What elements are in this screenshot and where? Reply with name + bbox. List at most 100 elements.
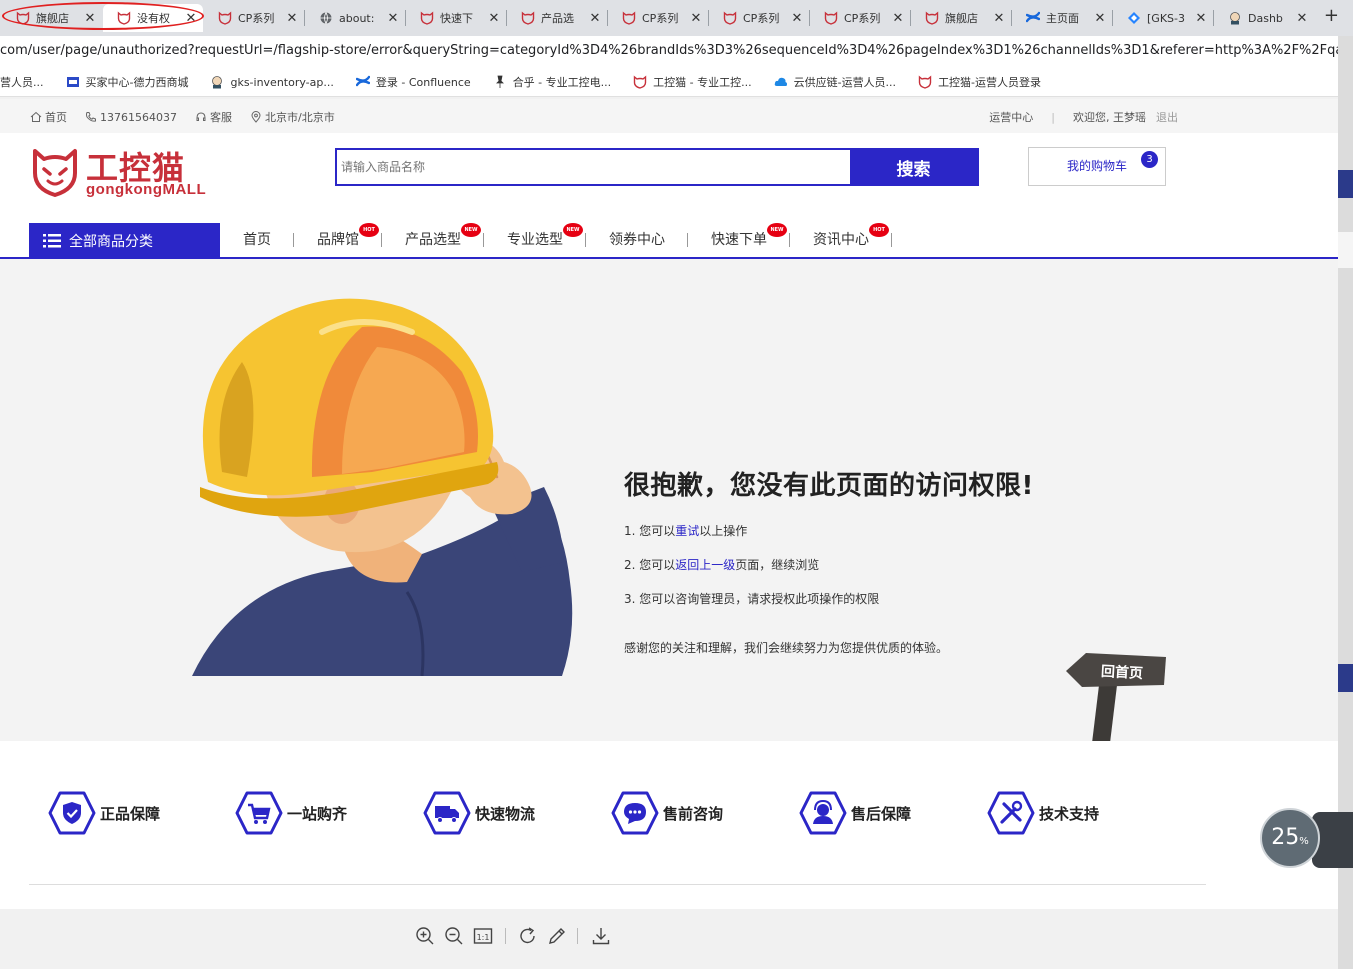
service-label: 一站购齐 [287, 804, 348, 823]
search-input[interactable] [337, 150, 850, 184]
home-icon [30, 111, 42, 122]
tab-close-icon[interactable]: ✕ [284, 11, 300, 26]
actual-size-icon[interactable]: 1:1 [473, 926, 493, 946]
tab-close-icon[interactable]: ✕ [1294, 11, 1310, 26]
new-tab-button[interactable]: + [1324, 5, 1339, 26]
zoom-level-indicator[interactable]: 25% [1260, 808, 1320, 868]
browser-tab[interactable]: about: ✕ [305, 4, 405, 32]
tab-close-icon[interactable]: ✕ [183, 11, 199, 26]
all-categories-button[interactable]: 全部商品分类 [29, 223, 220, 258]
service-label: 售前咨询 [663, 804, 724, 823]
service-item: 一站购齐 [235, 789, 347, 837]
service-item: 技术支持 [987, 789, 1099, 837]
browser-tab[interactable]: CP系列 ✕ [608, 4, 708, 32]
search-button[interactable]: 搜索 [850, 150, 977, 184]
bookmark-label: 营人员... [0, 76, 44, 89]
image-viewer-toolbar: 1:1 [0, 909, 1338, 969]
address-bar[interactable]: com/user/page/unauthorized?requestUrl=/f… [0, 36, 1338, 68]
browser-tab[interactable]: CP系列 ✕ [810, 4, 910, 32]
service-label: 售后保障 [851, 804, 912, 823]
nav-item[interactable]: 品牌馆 HOT [294, 223, 382, 247]
tab-close-icon[interactable]: ✕ [486, 11, 502, 26]
tab-close-icon[interactable]: ✕ [890, 11, 906, 26]
browser-tab[interactable]: 没有权 ✕ [103, 4, 203, 32]
toolbar-divider [577, 928, 578, 944]
nav-item[interactable]: 专业选型 NEW [484, 223, 586, 247]
top-service-link[interactable]: 客服 [195, 109, 232, 125]
gongkong-icon [723, 11, 737, 25]
error-line-3: 3. 您可以咨询管理员，请求授权此项操作的权限 [624, 592, 880, 606]
nav-tag-badge: HOT [869, 223, 889, 237]
error-line-1-post: 以上操作 [699, 524, 748, 538]
go-back-link[interactable]: 返回上一级 [675, 558, 735, 572]
nav-item[interactable]: 产品选型 NEW [382, 223, 484, 247]
bookmark-item[interactable]: 营人员... [0, 74, 44, 90]
browser-tab[interactable]: 快速下 ✕ [406, 4, 506, 32]
list-menu-icon [43, 233, 61, 247]
download-icon[interactable] [591, 926, 611, 946]
nav-item[interactable]: 首页 [220, 233, 294, 247]
top-phone: 13761564037 [85, 109, 177, 125]
bookmark-item[interactable]: 工控猫 - 专业工控... [633, 74, 752, 90]
gongkong-logo[interactable]: 工控猫 gongkongMALL [32, 147, 212, 203]
tab-close-icon[interactable]: ✕ [385, 11, 401, 26]
bookmark-label: 买家中心-德力西商城 [85, 76, 189, 89]
main-nav: 全部商品分类 首页 品牌馆 HOT 产品选型 NEW 专业选型 NEW 领券中心 快速下单 NEW… [0, 223, 1338, 259]
browser-tab[interactable]: [GKS-3 ✕ [1113, 4, 1213, 32]
customer-service-icon [799, 791, 847, 835]
browser-tab[interactable]: Dashb ✕ [1214, 4, 1314, 32]
tab-close-icon[interactable]: ✕ [789, 11, 805, 26]
gongkong-icon [824, 11, 838, 25]
bookmark-item[interactable]: gks-inventory-ap... [210, 75, 334, 89]
cart-count-badge: 3 [1141, 151, 1158, 168]
browser-tab[interactable]: 旗舰店 ✕ [911, 4, 1011, 32]
tab-close-icon[interactable]: ✕ [1092, 11, 1108, 26]
rotate-icon[interactable] [518, 926, 538, 946]
tab-close-icon[interactable]: ✕ [587, 11, 603, 26]
nav-item-label: 资讯中心 [813, 232, 869, 248]
phone-icon [86, 112, 96, 122]
nav-item[interactable]: 领券中心 [586, 233, 688, 247]
top-home-link[interactable]: 首页 [30, 109, 67, 125]
bookmark-label: gks-inventory-ap... [230, 75, 334, 89]
bookmark-item[interactable]: 买家中心-德力西商城 [66, 74, 189, 90]
top-location[interactable]: 北京市/北京市 [250, 109, 335, 125]
tab-label: 产品选 [541, 12, 574, 25]
bookmark-label: 工控猫 - 专业工控... [653, 76, 752, 89]
tab-close-icon[interactable]: ✕ [991, 11, 1007, 26]
bookmark-item[interactable]: 合乎 - 专业工控电... [493, 74, 611, 90]
bookmark-label: 工控猫-运营人员登录 [938, 76, 1042, 89]
jira-icon [1127, 11, 1141, 25]
ops-center-link[interactable]: 运营中心 [989, 109, 1033, 125]
nav-item[interactable]: 快速下单 NEW [688, 223, 790, 247]
browser-tab[interactable]: 旗舰店 ✕ [2, 4, 102, 32]
tab-close-icon[interactable]: ✕ [1193, 11, 1209, 26]
service-guarantees: 正品保障 一站购齐 快速物流 售前咨询 售后保障 技术支持 [0, 741, 1338, 909]
browser-tab[interactable]: 主页面 ✕ [1012, 4, 1112, 32]
logout-link[interactable]: 退出 [1156, 109, 1178, 125]
bookmark-item[interactable]: 工控猫-运营人员登录 [918, 74, 1041, 90]
nav-tag-badge: HOT [359, 223, 379, 237]
browser-tab[interactable]: 产品选 ✕ [507, 4, 607, 32]
browser-tab[interactable]: CP系列 ✕ [204, 4, 304, 32]
url-text[interactable]: com/user/page/unauthorized?requestUrl=/f… [0, 43, 1338, 58]
jenkins-icon [210, 75, 224, 89]
gongkong-icon [117, 11, 131, 25]
back-home-signpost[interactable]: 回首页 [1064, 647, 1168, 743]
browser-tab[interactable]: CP系列 ✕ [709, 4, 809, 32]
site-header: 工控猫 gongkongMALL 搜索 我的购物车 3 全部商品分类 首页 品牌馆… [0, 133, 1338, 259]
tab-label: CP系列 [238, 12, 275, 25]
nav-item[interactable]: 资讯中心 HOT [790, 223, 892, 248]
cart-button[interactable]: 我的购物车 3 [1028, 147, 1166, 186]
edit-pencil-icon[interactable] [547, 926, 567, 946]
bookmark-item[interactable]: 登录 - Confluence [355, 74, 471, 90]
gongkong-icon [925, 11, 939, 25]
tab-close-icon[interactable]: ✕ [82, 11, 98, 26]
zoom-out-icon[interactable] [444, 926, 464, 946]
zoom-in-icon[interactable] [415, 926, 435, 946]
tab-close-icon[interactable]: ✕ [688, 11, 704, 26]
error-line-1-pre: 1. 您可以 [624, 524, 676, 538]
error-line-2: 2. 您可以返回上一级页面，继续浏览 [624, 556, 1034, 573]
retry-link[interactable]: 重试 [675, 524, 699, 538]
bookmark-item[interactable]: 云供应链-运营人员... [774, 74, 896, 90]
